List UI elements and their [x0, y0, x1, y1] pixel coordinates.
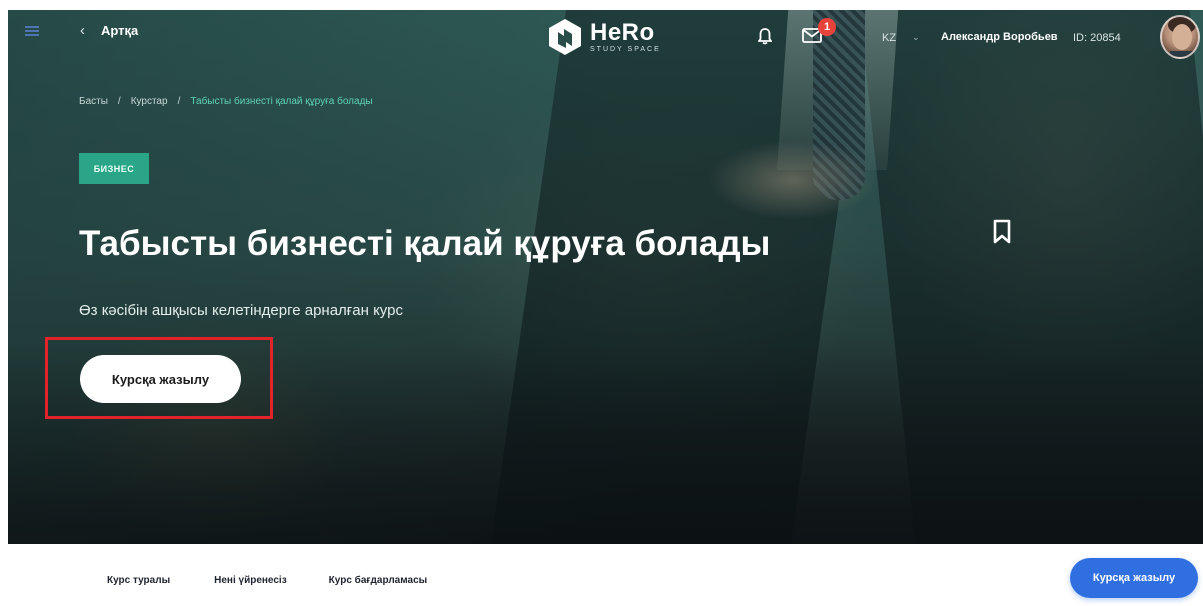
back-label: Артқа [101, 23, 139, 38]
logo[interactable]: HeRo STUDY SPACE [548, 18, 661, 56]
user-name[interactable]: Александр Воробьев [941, 31, 1058, 43]
language-selector[interactable]: KZ ⌄ [882, 32, 920, 44]
hero-photo-hand [708, 140, 878, 220]
breadcrumb-separator: / [177, 96, 181, 107]
chevron-down-icon: ⌄ [912, 32, 920, 42]
course-title: Табысты бизнесті қалай құруға болады [79, 224, 771, 263]
back-button[interactable]: ‹ Артқа [80, 22, 138, 39]
breadcrumb-item-courses[interactable]: Курстар [131, 96, 168, 107]
logo-subtitle: STUDY SPACE [590, 45, 661, 53]
avatar[interactable] [1160, 15, 1200, 59]
mail-badge: 1 [818, 18, 836, 36]
course-subtitle: Өз кәсібін ашқысы келетіндерге арналған … [79, 302, 403, 319]
breadcrumb-separator: / [117, 96, 121, 107]
logo-mark-icon [549, 19, 581, 55]
bookmark-icon[interactable] [992, 219, 1012, 250]
tab-about-course[interactable]: Курс туралы [107, 575, 170, 586]
breadcrumb-item-current: Табысты бизнесті қалай құруға болады [190, 96, 373, 107]
course-tabs: Курс туралы Нені үйренесіз Курс бағдарла… [107, 575, 471, 586]
menu-icon[interactable] [25, 26, 39, 36]
hero-banner [8, 10, 1203, 544]
chevron-left-icon: ‹ [80, 22, 85, 39]
tab-course-program[interactable]: Курс бағдарламасы [329, 575, 428, 586]
tab-what-you-learn[interactable]: Нені үйренесіз [214, 575, 287, 586]
breadcrumb-item-home[interactable]: Басты [79, 96, 108, 107]
user-id: ID: 20854 [1073, 32, 1121, 44]
category-badge: БИЗНЕС [79, 153, 149, 184]
language-label: KZ [882, 32, 897, 44]
breadcrumb: Басты / Курстар / Табысты бизнесті қалай… [79, 96, 373, 107]
enroll-button-bottom[interactable]: Курсқа жазылу [1070, 558, 1198, 598]
bell-icon[interactable] [757, 27, 773, 50]
enroll-button[interactable]: Курсқа жазылу [80, 355, 241, 403]
logo-text: HeRo [590, 18, 655, 46]
